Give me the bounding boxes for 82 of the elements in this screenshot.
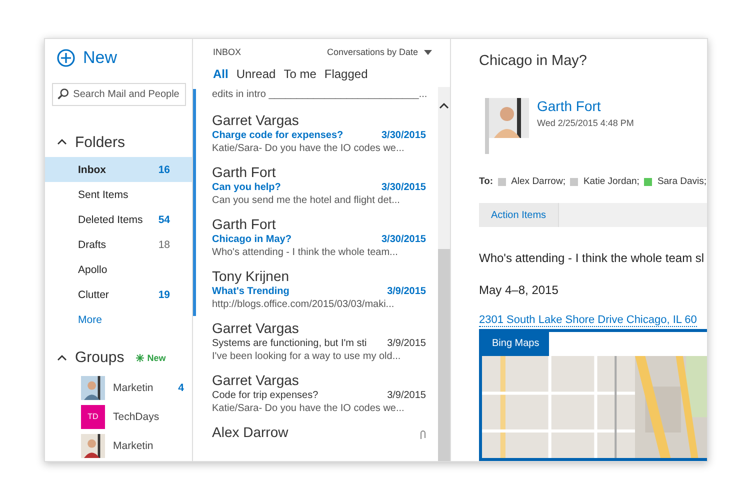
sender-name: Tony Krijnen	[212, 268, 290, 284]
message-subject: Code for trip expenses?	[212, 390, 318, 401]
folder-item[interactable]: Inbox 16	[45, 157, 192, 182]
address-link[interactable]: 2301 South Lake Shore Drive Chicago, IL 60	[479, 314, 697, 327]
filter-tab[interactable]: To me	[284, 67, 316, 81]
new-button[interactable]: New	[45, 47, 130, 69]
unread-count: 4	[178, 382, 184, 394]
sender-name: Garth Fort	[212, 216, 276, 232]
sender-name: Alex Darrow	[212, 424, 288, 440]
chevron-icon	[57, 354, 67, 361]
unread-count: 19	[158, 288, 170, 301]
section-header[interactable]: Groups	[45, 346, 136, 369]
message-date: 3/9/2015	[387, 286, 426, 297]
message-preview: Katie/Sara- Do you have the IO codes we...	[212, 403, 406, 414]
folder-label: Sent Items	[78, 188, 128, 201]
message-preview: Who's attending - I think the whole team...	[212, 247, 399, 258]
scroll-up-icon	[439, 103, 449, 109]
unread-count: 18	[158, 238, 170, 251]
body-text: Who's attending - I think the whole team sl	[479, 251, 706, 265]
search-field[interactable]: Search Mail and People	[52, 82, 186, 106]
folder-item[interactable]: Deleted Items 54	[45, 207, 192, 232]
group-avatar: TD	[81, 404, 105, 429]
message-preview: Can you send me the hotel and flight det...	[212, 195, 401, 206]
folder-title: INBOX	[213, 47, 242, 57]
group-item[interactable]: Marketin 4	[45, 372, 192, 402]
scrollbar[interactable]	[438, 87, 450, 461]
map-title: Bing Maps	[482, 332, 550, 356]
body-text: May 4–8, 2015	[479, 283, 560, 297]
sparkle-icon	[136, 354, 144, 362]
folder-label: Drafts	[78, 238, 106, 251]
chevron-icon	[57, 139, 67, 146]
recipient-name[interactable]: Katie Jordan;	[583, 176, 640, 187]
more-link[interactable]: More	[45, 307, 192, 334]
sender-name[interactable]: Garth Fort	[537, 98, 634, 114]
app-tab[interactable]: Action Items	[479, 203, 560, 227]
folder-label: Clutter	[78, 288, 109, 301]
sort-dropdown[interactable]: Conversations by Date	[326, 47, 432, 57]
group-label: Marketin	[113, 382, 154, 394]
message-subject: Can you help?	[212, 182, 281, 193]
message-preview: edits in intro ___________________________...	[212, 89, 426, 100]
plus-icon	[57, 48, 75, 67]
folder-item[interactable]: Clutter 19	[45, 282, 192, 308]
folder-label: Apollo	[78, 264, 108, 276]
filter-tab[interactable]: All	[213, 67, 228, 81]
folder-label: Deleted Items	[78, 214, 143, 226]
message-title: Chicago in May?	[479, 53, 588, 69]
filter-tab[interactable]: Flagged	[324, 67, 368, 81]
recipient-name[interactable]: Sara Davis;	[657, 176, 707, 187]
message-subject: Charge code for expenses?	[212, 130, 344, 141]
sent-date: Wed 2/25/2015 4:48 PM	[537, 118, 634, 128]
message-subject: Systems are functioning, but I'm sti	[212, 338, 367, 349]
section-header[interactable]: Folders	[45, 132, 192, 154]
message-preview: I've been looking for a way to use my old...	[212, 351, 402, 362]
group-item[interactable]: TD TechDays	[45, 402, 192, 432]
message-date: 3/9/2015	[387, 390, 426, 401]
message-date: 3/30/2015	[382, 130, 426, 141]
message-date: 3/9/2015	[387, 338, 426, 349]
message-preview: http://blogs.office.com/2015/03/03/maki...	[212, 299, 396, 310]
unread-count: 54	[158, 214, 170, 226]
caret-icon	[424, 50, 432, 54]
message-preview: Katie/Sara- Do you have the IO codes we...	[212, 143, 406, 154]
group-label: Marketin	[113, 440, 154, 452]
group-label: TechDays	[113, 410, 160, 423]
search-icon	[57, 87, 70, 102]
message-date: 3/30/2015	[382, 234, 426, 245]
sender-name: Garret Vargas	[212, 320, 299, 336]
sender-name: Garth Fort	[212, 164, 276, 180]
message-subject: Chicago in May?	[212, 234, 292, 245]
new-label: New	[136, 352, 166, 363]
recipient-name[interactable]: Alex Darrow;	[511, 176, 566, 187]
sender-name: Garret Vargas	[212, 372, 299, 388]
folder-item[interactable]: Drafts 18	[45, 232, 192, 258]
filter-tab[interactable]: Unread	[236, 67, 276, 81]
message-subject: What's Trending	[212, 286, 290, 297]
group-item[interactable]: Marketin	[45, 432, 192, 461]
folder-item[interactable]: Apollo	[45, 257, 192, 282]
unread-count: 16	[158, 164, 170, 176]
sender-name: Garret Vargas	[212, 112, 299, 128]
folder-label: Inbox	[78, 164, 106, 176]
to-label: To:	[479, 176, 494, 187]
folder-item[interactable]: Sent Items	[45, 182, 192, 208]
message-date: 3/30/2015	[382, 182, 426, 193]
